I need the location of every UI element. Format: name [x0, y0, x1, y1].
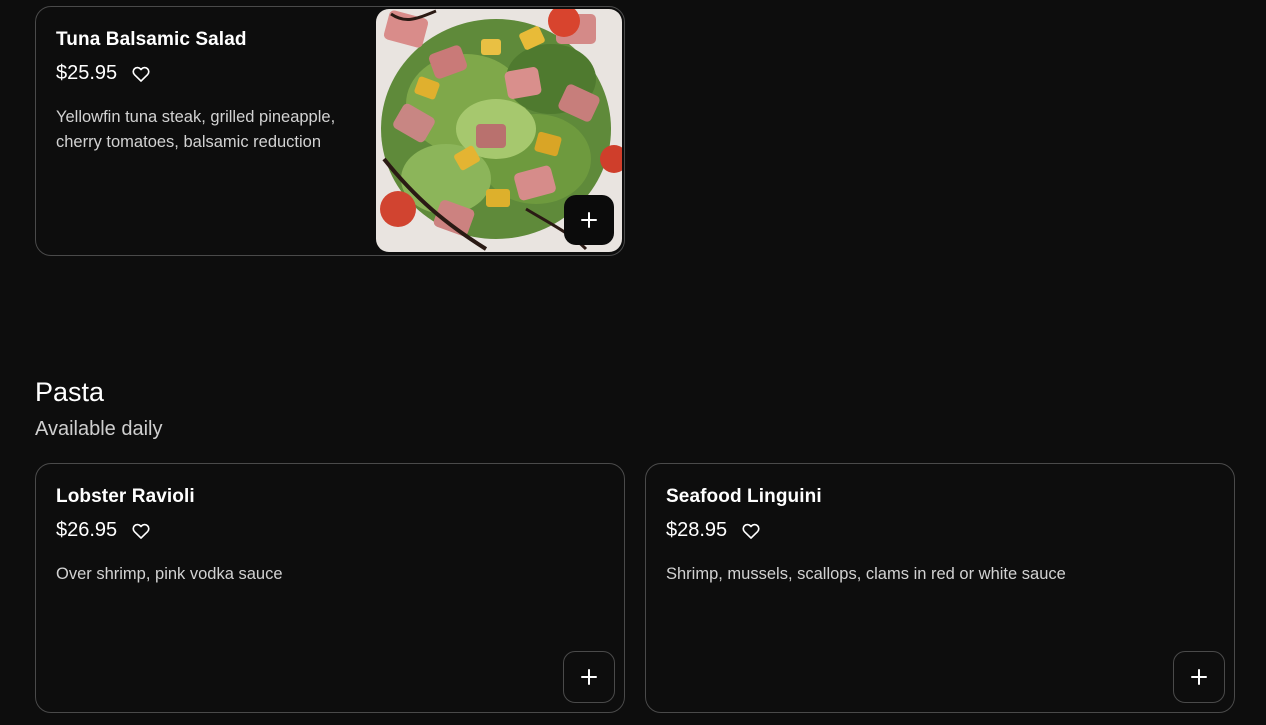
heart-icon[interactable] — [131, 64, 151, 84]
item-description: Over shrimp, pink vodka sauce — [56, 565, 283, 583]
menu-item-card-lobster-ravioli[interactable]: Lobster Ravioli $26.95 Over shrimp, pink… — [35, 463, 625, 713]
price-row: $25.95 — [56, 62, 151, 85]
heart-icon[interactable] — [741, 521, 761, 541]
item-name: Lobster Ravioli — [56, 486, 195, 507]
item-name: Tuna Balsamic Salad — [56, 29, 247, 50]
plus-icon — [1191, 669, 1207, 685]
add-to-order-button[interactable] — [563, 651, 615, 703]
price-row: $28.95 — [666, 519, 761, 542]
item-price: $25.95 — [56, 62, 118, 84]
price-row: $26.95 — [56, 519, 151, 542]
item-price: $28.95 — [666, 519, 728, 541]
menu-page: Tuna Balsamic Salad $25.95 Yellowfin tun… — [0, 0, 1266, 725]
item-price: $26.95 — [56, 519, 118, 541]
section-subtitle: Available daily — [35, 418, 163, 440]
menu-item-card-tuna-balsamic-salad[interactable]: Tuna Balsamic Salad $25.95 Yellowfin tun… — [35, 6, 625, 256]
section-title: Pasta — [35, 377, 105, 407]
item-description: Shrimp, mussels, scallops, clams in red … — [666, 565, 1066, 583]
item-description: Yellowfin tuna steak, grilled pineapple,… — [56, 108, 336, 151]
item-name: Seafood Linguini — [666, 486, 822, 507]
heart-icon[interactable] — [131, 521, 151, 541]
plus-icon — [581, 669, 597, 685]
menu-item-card-seafood-linguini[interactable]: Seafood Linguini $28.95 Shrimp, mussels,… — [645, 463, 1235, 713]
plus-icon — [581, 212, 597, 228]
add-to-order-button[interactable] — [564, 195, 614, 245]
add-to-order-button[interactable] — [1173, 651, 1225, 703]
